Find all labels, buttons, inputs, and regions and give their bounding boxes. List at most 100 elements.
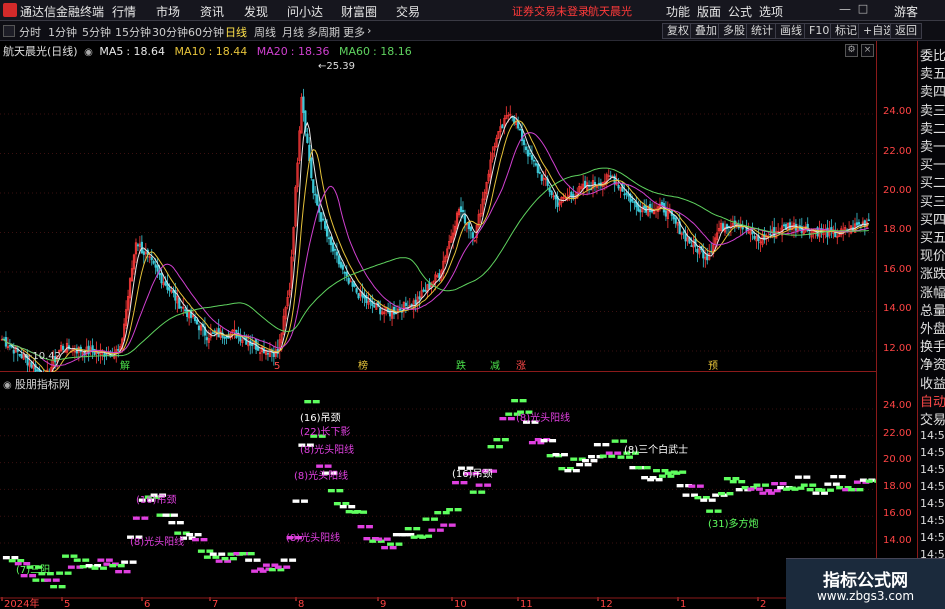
- kline-body: [418, 296, 421, 300]
- sidebar-item[interactable]: 自动: [920, 391, 945, 410]
- sidebar-item[interactable]: 买五: [920, 227, 945, 246]
- sidebar-item[interactable]: 买二: [920, 172, 945, 191]
- event-marker[interactable]: 减: [490, 360, 500, 372]
- menu-item-ask[interactable]: 问小达: [287, 3, 323, 20]
- sidebar-item[interactable]: 卖四: [920, 81, 945, 100]
- sidebar-item[interactable]: 卖二: [920, 118, 945, 137]
- menu-item-news[interactable]: 资讯: [200, 3, 224, 20]
- menu-item-options[interactable]: 选项: [759, 3, 783, 20]
- x-axis-label: 11: [520, 599, 533, 609]
- event-marker[interactable]: 解: [120, 359, 130, 372]
- kline-body: [239, 335, 242, 342]
- watermark-badge: 指标公式网 www.zbgs3.com: [786, 558, 945, 609]
- toolbar-nav-icon[interactable]: [3, 25, 15, 37]
- sidebar-item[interactable]: 交易: [920, 409, 945, 428]
- sidebar-item[interactable]: 现价: [920, 245, 945, 264]
- kline-body: [12, 349, 15, 354]
- tab-30min[interactable]: 30分钟: [152, 24, 188, 40]
- pattern-mark: ▬▬: [386, 540, 403, 550]
- pattern-mark: ▬▬: [49, 582, 66, 592]
- tab-multi-period[interactable]: 多周期: [307, 24, 340, 40]
- kline-body: [186, 309, 189, 317]
- x-axis-label: 6: [144, 599, 150, 609]
- tab-daily[interactable]: 日线: [225, 24, 247, 40]
- kline-body: [404, 302, 407, 307]
- minimize-icon[interactable]: —: [838, 2, 852, 18]
- kline-body: [633, 201, 636, 204]
- event-marker[interactable]: 涨: [516, 360, 526, 372]
- event-marker[interactable]: 榜: [358, 359, 368, 372]
- kline-body: [623, 193, 626, 196]
- kline-body: [343, 272, 346, 274]
- tab-60min[interactable]: 60分钟: [188, 24, 224, 40]
- pattern-mark: ▬▬: [475, 480, 492, 490]
- kline-body: [706, 254, 709, 261]
- kline-body: [467, 222, 470, 230]
- sidebar-item[interactable]: 委比: [920, 45, 945, 64]
- draw-button[interactable]: 画线: [775, 23, 807, 39]
- tab-more[interactable]: 更多: [343, 24, 365, 40]
- menu-item-trade[interactable]: 交易: [396, 3, 420, 20]
- stats-button[interactable]: 统计: [746, 23, 778, 39]
- sidebar-item[interactable]: 卖一: [920, 136, 945, 155]
- kline-body: [197, 325, 201, 331]
- chart-close-icon[interactable]: ×: [861, 44, 874, 57]
- kline-body: [140, 241, 143, 254]
- kline-body: [696, 248, 699, 253]
- event-marker[interactable]: 预: [708, 360, 718, 372]
- kline-body: [20, 354, 23, 359]
- menu-item-market[interactable]: 行情: [112, 3, 136, 20]
- menu-item-discover[interactable]: 发现: [244, 3, 268, 20]
- tab-5min[interactable]: 5分钟: [82, 24, 111, 40]
- menu-item-layout[interactable]: 版面: [697, 3, 721, 20]
- more-chevron-icon[interactable]: ›: [367, 24, 371, 37]
- indicator-chart[interactable]: ▬▬ ▬▬ ▬▬ ▬▬ ▬▬ ▬▬ ▬▬ ▬▬ ▬▬ ▬▬ ▬▬ ▬▬ ▬▬ ▬▬ ▬▬ ▬▬ ▬▬ ▬▬ ▬▬ ▬▬…: [0, 373, 876, 609]
- kline-body: [424, 289, 427, 292]
- kline-body: [355, 288, 358, 293]
- ma20-legend: MA20: 18.36: [256, 45, 330, 58]
- user-status[interactable]: 游客: [894, 3, 918, 20]
- sidebar-item[interactable]: 卖三: [920, 100, 945, 119]
- tab-1min[interactable]: 1分钟: [48, 24, 77, 40]
- indicator-axis-tick: 22.00: [883, 428, 912, 439]
- back-button[interactable]: 返回: [890, 23, 922, 39]
- pattern-mark: ▬▬: [439, 520, 456, 530]
- sidebar-item[interactable]: 买三: [920, 191, 945, 210]
- kline-body: [534, 163, 537, 166]
- kline-body: [158, 273, 161, 276]
- kline-body: [550, 190, 553, 196]
- kline-body: [674, 217, 677, 224]
- sidebar-item[interactable]: 净资: [920, 354, 945, 373]
- sidebar-item[interactable]: 换手: [920, 336, 945, 355]
- event-marker[interactable]: 跌: [456, 359, 466, 372]
- event-marker[interactable]: 5: [274, 361, 280, 372]
- sidebar-item[interactable]: 涨跌: [920, 263, 945, 282]
- pattern-mark: ▬▬: [280, 556, 297, 566]
- pattern-annotation: (16)吊颈: [452, 468, 493, 480]
- toolbar: 分时 1分钟 5分钟 15分钟 30分钟 60分钟 日线 周线 月线 多周期 更…: [0, 21, 945, 41]
- menu-item-formula[interactable]: 公式: [728, 3, 752, 20]
- menu-item-markets[interactable]: 市场: [156, 3, 180, 20]
- sidebar-item[interactable]: 总量: [920, 300, 945, 319]
- main-kline-chart[interactable]: ←25.39 ←10.42 解 5 榜 跌 减 涨 预 航天晨光(日线) ◉ MA5: 18.6…: [0, 41, 876, 372]
- tab-timeshare[interactable]: 分时: [19, 24, 41, 40]
- chart-settings-icon[interactable]: ⚙: [845, 44, 858, 57]
- sidebar-item[interactable]: 买四: [920, 209, 945, 228]
- app-title: 通达信金融终端: [20, 5, 105, 19]
- sidebar-item[interactable]: 收益: [920, 373, 945, 392]
- maximize-icon[interactable]: □: [856, 2, 870, 18]
- sidebar-item[interactable]: 卖五: [920, 63, 945, 82]
- sidebar-item[interactable]: 买一: [920, 154, 945, 173]
- sidebar-item[interactable]: 外盘: [920, 318, 945, 337]
- menu-item-wealth[interactable]: 财富圈: [341, 3, 377, 20]
- kline-body: [195, 319, 199, 325]
- tab-15min[interactable]: 15分钟: [115, 24, 151, 40]
- indicator-dropdown-icon[interactable]: ◉: [3, 380, 15, 391]
- sidebar-item[interactable]: 涨幅: [920, 282, 945, 301]
- legend-dropdown-icon[interactable]: ◉: [84, 47, 93, 58]
- kline-body: [351, 281, 354, 287]
- tab-monthly[interactable]: 月线: [282, 24, 304, 40]
- kline-body: [18, 354, 21, 356]
- tab-weekly[interactable]: 周线: [254, 24, 276, 40]
- menu-item-function[interactable]: 功能: [666, 3, 690, 20]
